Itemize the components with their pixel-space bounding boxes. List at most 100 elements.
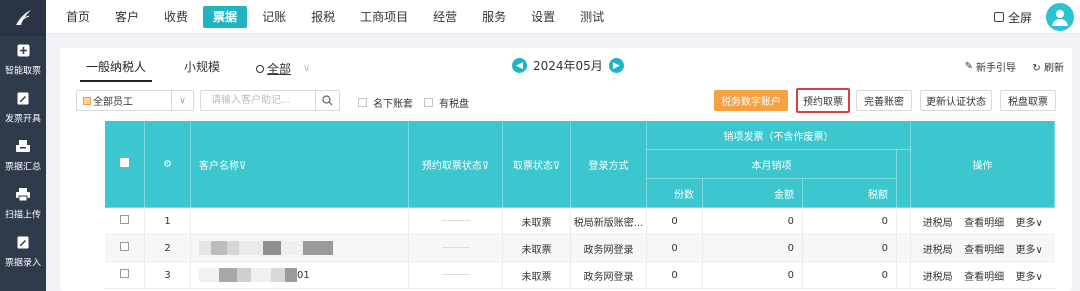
next-month-button[interactable]: ▶ [608, 58, 624, 73]
sidebar-item-entry[interactable]: 票据录入 [0, 228, 46, 276]
fetch-status-cell: 未取票 [502, 234, 571, 262]
chevron-down-icon: ∨ [303, 63, 311, 74]
check-my-books-label: 名下账套 [373, 99, 413, 110]
view-detail-link[interactable]: 查看明细 [964, 241, 1004, 256]
row-checkbox[interactable] [119, 269, 129, 278]
checkbox[interactable] [424, 98, 433, 107]
nav-business-projects[interactable]: 工商项目 [350, 6, 418, 28]
header-count: 份数 [646, 178, 703, 208]
filter-icon[interactable]: ⊽ [553, 161, 560, 172]
enter-tax-bureau-link[interactable]: 进税局 [923, 214, 953, 229]
employee-select-value: 全部员工 [93, 97, 133, 108]
enter-tax-bureau-link[interactable]: 进税局 [923, 268, 953, 283]
enter-tax-bureau-link[interactable]: 进税局 [923, 241, 953, 256]
refresh-icon: ↻ [1032, 63, 1041, 74]
header-fetch-status[interactable]: 取票状态⊽ [502, 120, 571, 208]
tab-general-taxpayer[interactable]: 一般纳税人 [80, 56, 152, 82]
sidebar-item-summary[interactable]: 票据汇总 [0, 132, 46, 180]
table-row[interactable]: 1 未取票 税局新版账密... 0 0 0 进税局 查看明细 更多∨ [104, 207, 1055, 235]
sidebar-item-scan-upload[interactable]: 扫描上传 [0, 180, 46, 228]
more-menu[interactable]: 更多∨ [1015, 241, 1042, 256]
count-cell: 0 [646, 207, 703, 235]
redacted-name [199, 268, 297, 282]
top-nav: 首页 客户 收费 票据 记账 报税 工商项目 经营 服务 设置 测试 全屏 [46, 0, 1080, 34]
employee-select[interactable]: 全部员工 ∨ [76, 90, 194, 111]
tax-cell: 0 [802, 261, 897, 289]
sidebar-item-smart-fetch[interactable]: 智能取票 [0, 36, 46, 84]
nav-test[interactable]: 测试 [570, 6, 614, 28]
sidebar-item-label: 智能取票 [5, 66, 41, 77]
nav-home[interactable]: 首页 [56, 6, 100, 28]
login-method-cell: 政务网登录 [570, 234, 647, 262]
row-number: 3 [144, 261, 191, 289]
nav-services[interactable]: 服务 [472, 6, 516, 28]
customer-name-cell[interactable] [190, 207, 409, 235]
check-my-books[interactable]: 名下账套 [358, 95, 413, 110]
plus-box-icon [16, 43, 30, 57]
tab-all-filter[interactable]: 全部 ∨ [256, 56, 310, 82]
table-row[interactable]: 2 未取票 政务网登录 0 0 0 进税局 查看明细 更多∨ [104, 234, 1055, 262]
tab-small-scale[interactable]: 小规模 [184, 56, 220, 82]
nav-bookkeeping[interactable]: 记账 [252, 6, 296, 28]
sidebar-item-label: 扫描上传 [5, 210, 41, 221]
sidebar-item-invoice-issue[interactable]: 发票开具 [0, 84, 46, 132]
row-checkbox[interactable] [119, 242, 129, 251]
search-icon [322, 95, 333, 106]
nav-customers[interactable]: 客户 [105, 6, 149, 28]
employee-icon [83, 96, 91, 105]
current-month: 2024年05月 [533, 59, 603, 73]
fullscreen-label: 全屏 [1007, 10, 1032, 25]
user-icon [256, 65, 264, 73]
nav-tax[interactable]: 报税 [301, 6, 345, 28]
customer-name-cell[interactable] [190, 234, 409, 262]
row-number: 1 [144, 207, 191, 235]
amount-cell: 0 [702, 234, 803, 262]
nav-settings[interactable]: 设置 [521, 6, 565, 28]
view-detail-link[interactable]: 查看明细 [964, 214, 1004, 229]
update-status-button[interactable]: 更新认证状态 [920, 90, 992, 111]
refresh-link[interactable]: ↻ 刷新 [1032, 59, 1064, 74]
fetch-status-cell: 未取票 [502, 207, 571, 235]
check-tax-disk[interactable]: 有税盘 [424, 95, 469, 110]
main-panel: 一般纳税人 小规模 全部 ∨ ◀ 2024年05月 ▶ ✎ 新手引导 ↻ 刷新 … [60, 48, 1072, 291]
table-row[interactable]: 3 01 未取票 政务网登录 0 0 0 进税局 查看明细 更多∨ [104, 261, 1055, 289]
row-number: 2 [144, 234, 191, 262]
reserve-status-cell [408, 234, 503, 262]
filter-icon[interactable]: ⊽ [482, 161, 489, 172]
checkbox[interactable] [358, 98, 367, 107]
prev-month-button[interactable]: ◀ [512, 58, 527, 73]
reserve-fetch-button[interactable]: 预约取票 [796, 88, 850, 113]
customer-name-cell[interactable]: 01 [190, 261, 409, 289]
search-button[interactable] [315, 90, 340, 111]
fullscreen-button[interactable]: 全屏 [993, 9, 1032, 26]
nav-billing[interactable]: 收费 [154, 6, 198, 28]
reserve-status-cell [408, 261, 503, 289]
printer-icon [16, 187, 30, 201]
row-checkbox[interactable] [119, 215, 129, 224]
reserve-status-cell [408, 207, 503, 235]
tax-cell: 0 [802, 207, 897, 235]
search-input[interactable] [200, 90, 316, 111]
digital-account-button[interactable]: 税务数字账户 [714, 90, 788, 111]
header-sales-invoice: 销项发票（不含作废票） [646, 120, 911, 150]
nav-operations[interactable]: 经营 [423, 6, 467, 28]
nav-tickets[interactable]: 票据 [203, 5, 248, 28]
more-menu[interactable]: 更多∨ [1015, 214, 1042, 229]
gear-icon[interactable]: ⚙ [163, 159, 172, 170]
header-month-sales: 本月销项 [646, 149, 897, 179]
filter-icon[interactable]: ⊽ [239, 161, 246, 172]
more-menu[interactable]: 更多∨ [1015, 268, 1042, 283]
fetch-tickets-button[interactable]: 税盘取票 [1000, 90, 1056, 111]
view-detail-link[interactable]: 查看明细 [964, 268, 1004, 283]
month-navigator: ◀ 2024年05月 ▶ [512, 57, 624, 74]
avatar[interactable] [1046, 3, 1074, 31]
select-all-checkbox[interactable] [120, 158, 129, 167]
header-customer-name[interactable]: 客户名称⊽ [190, 120, 409, 208]
guide-link[interactable]: ✎ 新手引导 [965, 59, 1016, 74]
fullscreen-icon [993, 12, 1004, 22]
complete-password-button[interactable]: 完善账密 [856, 90, 912, 111]
toolbar: 全部员工 ∨ 名下账套 有税盘 税务数字账户 预约取票 完善账密 更新认证状态 … [60, 88, 1072, 113]
redacted-name [199, 241, 333, 255]
header-settings-cell: ⚙ [144, 120, 191, 208]
header-reserve-status[interactable]: 预约取票状态⊽ [408, 120, 503, 208]
